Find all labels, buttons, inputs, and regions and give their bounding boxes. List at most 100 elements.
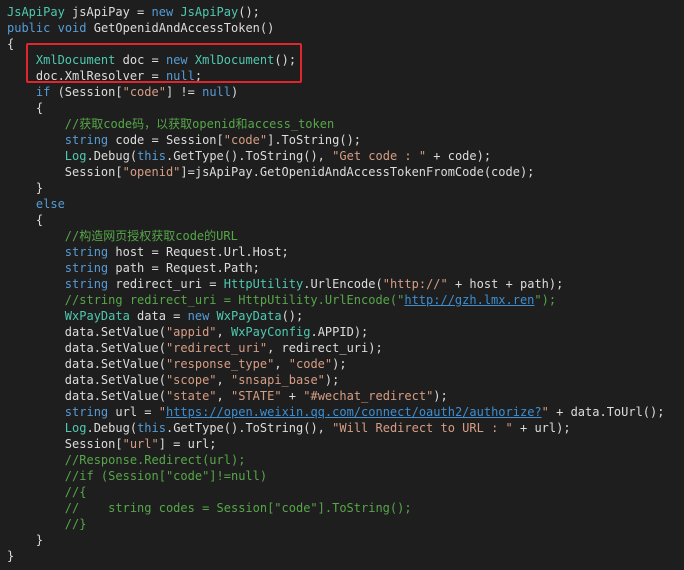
code-line[interactable]: // string codes = Session["code"].ToStri… bbox=[7, 500, 664, 516]
token-keyword: null bbox=[202, 85, 231, 99]
token-string: "Will Redirect to URL : " bbox=[332, 421, 513, 435]
code-line[interactable]: { bbox=[7, 212, 664, 228]
token-keyword: this bbox=[137, 149, 166, 163]
token-plain: url = bbox=[108, 405, 159, 419]
token-string: "state" bbox=[165, 389, 217, 403]
token-plain: data = bbox=[129, 309, 188, 323]
token-comment: //Response.Redirect(url); bbox=[64, 453, 246, 467]
code-line[interactable]: WxPayData data = new WxPayData(); bbox=[7, 308, 664, 324]
code-line[interactable]: //获取code码，以获取openid和access_token bbox=[7, 116, 664, 132]
code-line[interactable]: public void GetOpenidAndAccessToken() bbox=[7, 20, 664, 36]
code-line[interactable]: string code = Session["code"].ToString()… bbox=[7, 132, 664, 148]
token-plain: { bbox=[35, 101, 44, 115]
code-line[interactable]: } bbox=[7, 532, 664, 548]
token-string: "code" bbox=[223, 133, 268, 147]
code-line[interactable]: Session["url"] = url; bbox=[7, 436, 664, 452]
code-line[interactable]: data.SetValue("state", "STATE" + "#wecha… bbox=[7, 388, 664, 404]
code-line[interactable]: //} bbox=[7, 516, 664, 532]
token-comment: //string redirect_uri = HttpUtility.UrlE… bbox=[64, 293, 405, 307]
token-string: "STATE" bbox=[230, 389, 282, 403]
token-plain: ); bbox=[332, 357, 347, 371]
token-plain: .GetType().ToString(), bbox=[165, 149, 333, 163]
token-keyword: if bbox=[35, 85, 51, 99]
code-line[interactable]: { bbox=[7, 100, 664, 116]
token-plain: { bbox=[35, 213, 44, 227]
code-line[interactable]: Log.Debug(this.GetType().ToString(), "Ge… bbox=[7, 148, 664, 164]
token-plain: Session[ bbox=[64, 165, 123, 179]
token-string: "snsapi_base" bbox=[230, 373, 325, 387]
token-keyword: new bbox=[151, 5, 174, 19]
token-comment: // string codes = Session["code"].ToStri… bbox=[64, 501, 412, 515]
token-comment: "); bbox=[534, 293, 557, 307]
token-type: Log bbox=[64, 149, 87, 163]
code-line[interactable]: data.SetValue("appid", WxPayConfig.APPID… bbox=[7, 324, 664, 340]
token-plain: + code); bbox=[426, 149, 492, 163]
token-type: WxPayConfig bbox=[230, 325, 311, 339]
code-line[interactable]: } bbox=[7, 548, 664, 564]
code-line[interactable]: //Response.Redirect(url); bbox=[7, 452, 664, 468]
token-type: WxPayData bbox=[216, 309, 282, 323]
code-editor[interactable]: JsApiPay jsApiPay = new JsApiPay(); publi… bbox=[0, 0, 684, 570]
token-comment: //{ bbox=[64, 485, 87, 499]
code-line[interactable]: string redirect_uri = HttpUtility.UrlEnc… bbox=[7, 276, 664, 292]
token-keyword: this bbox=[137, 421, 166, 435]
code-line[interactable]: Log.Debug(this.GetType().ToString(), "Wi… bbox=[7, 420, 664, 436]
token-plain: host = Request.Url.Host; bbox=[108, 245, 289, 259]
token-keyword: void bbox=[57, 21, 87, 35]
code-line[interactable]: JsApiPay jsApiPay = new JsApiPay(); bbox=[7, 4, 664, 20]
code-line[interactable]: data.SetValue("scope", "snsapi_base"); bbox=[7, 372, 664, 388]
token-plain: data.SetValue( bbox=[64, 325, 166, 339]
code-text-area[interactable]: JsApiPay jsApiPay = new JsApiPay(); publi… bbox=[7, 4, 664, 564]
code-line[interactable]: //{ bbox=[7, 484, 664, 500]
code-line[interactable]: data.SetValue("redirect_uri", redirect_u… bbox=[7, 340, 664, 356]
token-plain: , bbox=[274, 357, 289, 371]
token-plain: , redirect_uri); bbox=[267, 341, 383, 355]
code-line[interactable]: string host = Request.Url.Host; bbox=[7, 244, 664, 260]
token-keyword: public bbox=[7, 21, 51, 35]
code-line[interactable]: data.SetValue("response_type", "code"); bbox=[7, 356, 664, 372]
code-line[interactable]: //if (Session["code"]!=null) bbox=[7, 468, 664, 484]
token-string: "Get code : " bbox=[332, 149, 427, 163]
token-plain: (Session[ bbox=[50, 85, 123, 99]
code-line[interactable]: string url = "https://open.weixin.qq.com… bbox=[7, 404, 665, 420]
token-plain: } bbox=[35, 181, 44, 195]
token-plain: .Debug( bbox=[86, 149, 138, 163]
code-line[interactable]: Session["openid"]=jsApiPay.GetOpenidAndA… bbox=[7, 164, 664, 180]
token-string: "appid" bbox=[165, 325, 217, 339]
token-comment: //if (Session["code"]!=null) bbox=[64, 469, 268, 483]
token-plain: code = Session[ bbox=[108, 133, 224, 147]
token-string: "url" bbox=[122, 437, 159, 451]
code-line[interactable]: string path = Request.Path; bbox=[7, 260, 664, 276]
token-string: " bbox=[541, 405, 549, 419]
token-plain: data.SetValue( bbox=[64, 389, 166, 403]
token-keyword: new bbox=[187, 309, 210, 323]
token-plain: , bbox=[216, 325, 231, 339]
token-keyword: string bbox=[64, 277, 109, 291]
code-line[interactable]: if (Session["code"] != null) bbox=[7, 84, 664, 100]
token-keyword: else bbox=[35, 197, 65, 211]
code-line[interactable]: else bbox=[7, 196, 664, 212]
code-line[interactable]: } bbox=[7, 180, 664, 196]
token-plain: .Debug( bbox=[86, 421, 138, 435]
code-line[interactable]: //string redirect_uri = HttpUtility.UrlE… bbox=[7, 292, 664, 308]
token-plain: (); bbox=[281, 309, 304, 323]
code-line[interactable]: //构造网页授权获取code的URL bbox=[7, 228, 664, 244]
token-string: "openid" bbox=[122, 165, 181, 179]
